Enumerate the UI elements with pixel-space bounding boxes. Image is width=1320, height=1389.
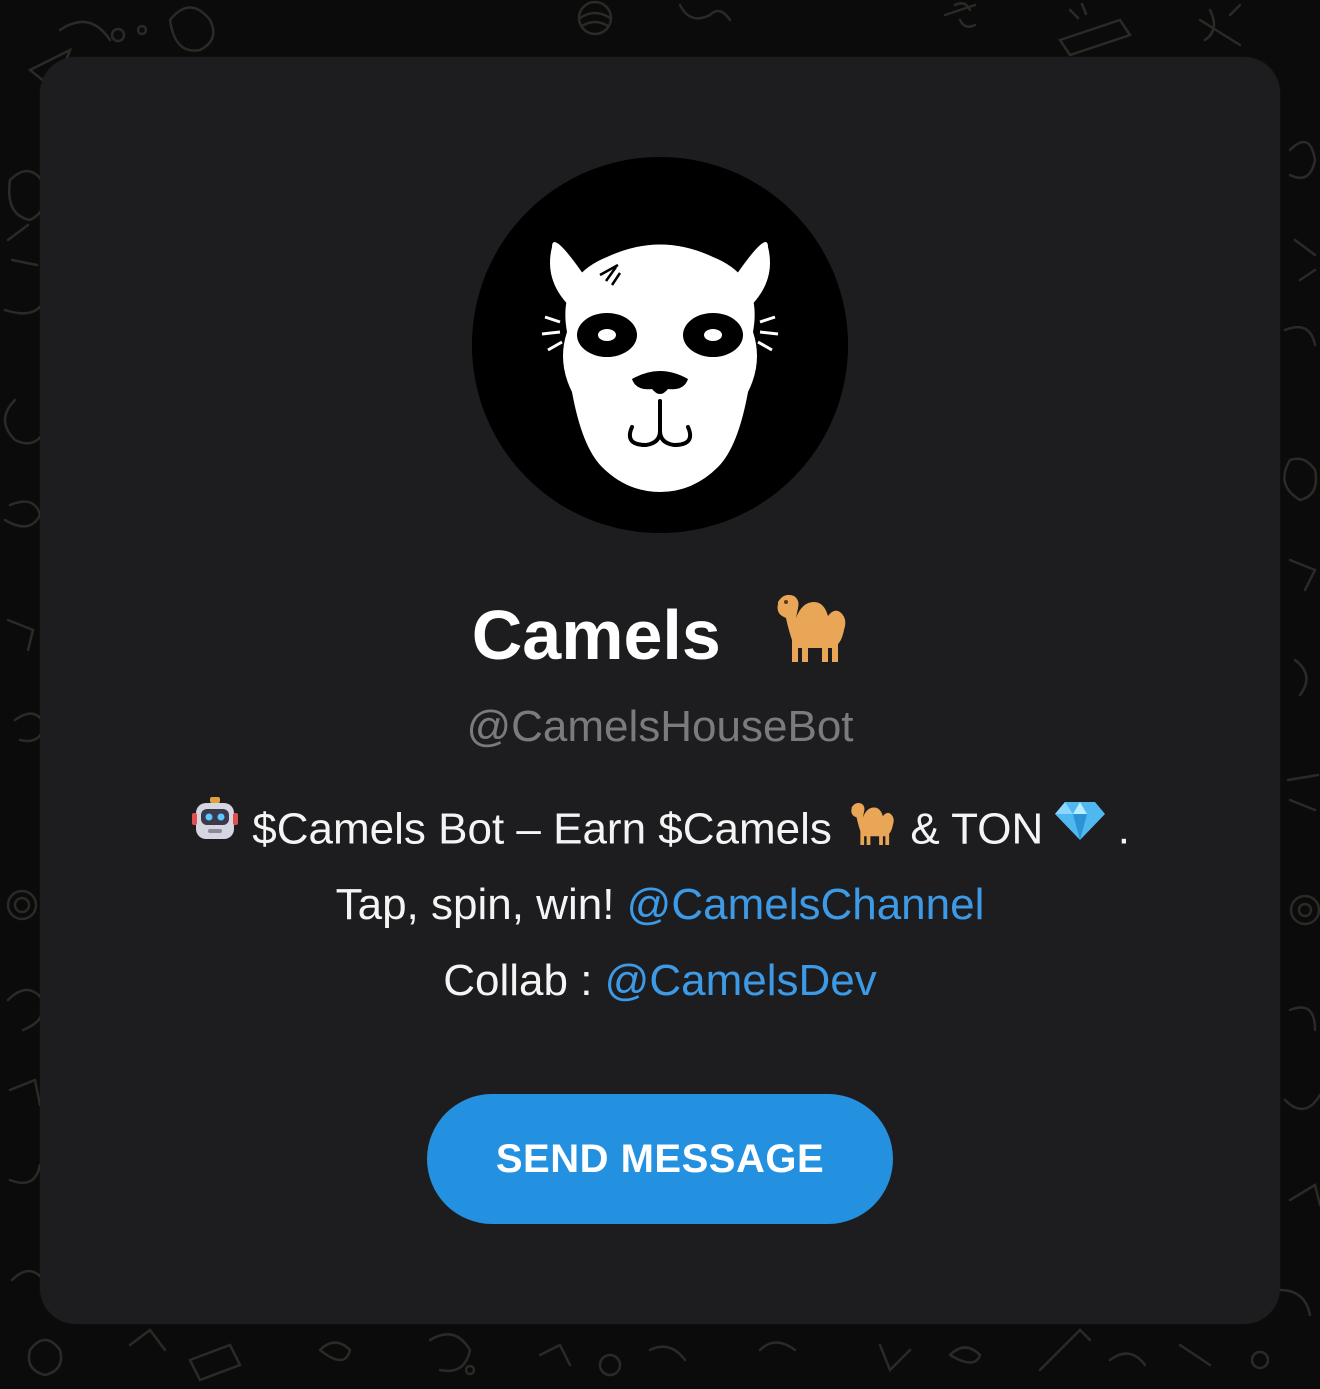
description-text-b: & TON — [910, 804, 1044, 854]
description-line-1: $Camels Bot – Earn $Camels & TON . — [40, 797, 1280, 865]
description-text-collab: Collab : — [443, 956, 593, 1005]
bot-username[interactable]: @CamelsHouseBot — [40, 697, 1280, 757]
camel-emoji-icon — [770, 582, 848, 688]
description-text-a: $Camels Bot – Earn $Camels — [252, 804, 832, 854]
send-message-button[interactable]: SEND MESSAGE — [427, 1094, 893, 1224]
description-line-2: Tap, spin, win! @CamelsChannel — [40, 875, 1280, 935]
description-text-c: . — [1117, 804, 1130, 854]
description-text-tap: Tap, spin, win! — [335, 880, 615, 929]
camel-face-icon — [472, 157, 848, 533]
channel-link[interactable]: @CamelsChannel — [627, 880, 985, 929]
camel-emoji-icon — [844, 795, 898, 861]
gem-emoji-icon — [1055, 798, 1106, 858]
robot-emoji-icon — [190, 795, 240, 861]
bot-profile-card: Camels @CamelsHouseBot $Camels Bot – Ear… — [40, 57, 1280, 1324]
bot-avatar[interactable] — [472, 157, 848, 533]
bot-name: Camels — [471, 596, 721, 674]
description-line-3: Collab : @CamelsDev — [40, 951, 1280, 1011]
bot-name-row: Camels — [40, 585, 1280, 694]
dev-link[interactable]: @CamelsDev — [605, 956, 877, 1005]
